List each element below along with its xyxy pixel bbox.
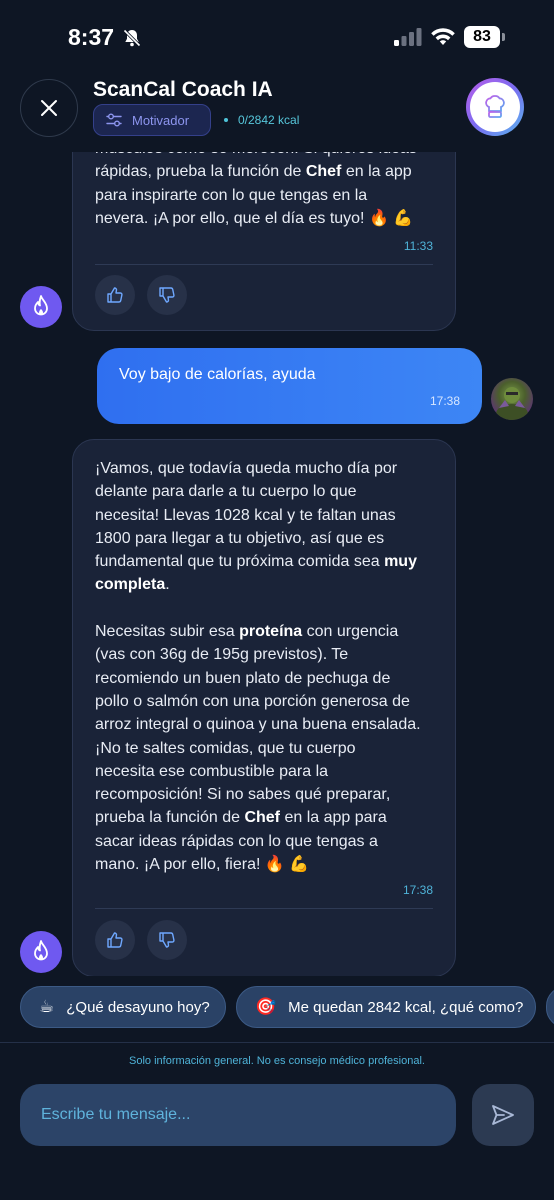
flame-icon	[34, 295, 48, 316]
kcal-counter: 0/2842 kcal	[238, 113, 300, 127]
status-time: 8:37	[68, 24, 115, 50]
message-text: ¡Vamos, que todavía queda mucho día por d…	[95, 457, 435, 876]
message-time: 17:38	[402, 883, 433, 897]
thumbs-down-icon	[159, 287, 175, 303]
page-title: ScanCal Coach IA	[93, 78, 273, 101]
thumbs-down-button[interactable]	[147, 920, 187, 960]
assistant-message: ¡Vamos, que todavía queda mucho día por d…	[72, 439, 456, 976]
message-input-box[interactable]	[20, 1084, 456, 1146]
user-message: Voy bajo de calorías, ayuda 17:38	[97, 348, 482, 424]
message-time: 11:33	[403, 239, 433, 253]
message-line: prueba la función de Chef en la app para	[95, 809, 387, 827]
message-line: músculos como se merecen. Si quieres ide…	[95, 152, 435, 160]
thumbs-up-icon	[107, 287, 123, 303]
kcal-dot	[224, 118, 228, 122]
message-line: recomiendo un buen plato de pechuga de	[95, 669, 391, 687]
message-line: fundamental que tu próxima comida sea mu…	[95, 553, 417, 571]
suggestion-chip[interactable]: 🎯 Me quedan 2842 kcal, ¿qué como?	[236, 986, 536, 1028]
suggestion-label: ¿Qué desayuno hoy?	[66, 998, 210, 1016]
message-input[interactable]	[41, 1106, 456, 1124]
suggestion-chip-partial[interactable]	[546, 986, 554, 1028]
message-line: rápidas, prueba la función de Chef en la…	[95, 163, 412, 181]
message-line: necesita ese combustible para la	[95, 762, 329, 780]
status-bar: 8:37 83	[0, 0, 554, 72]
flame-icon	[34, 940, 48, 961]
assistant-message: músculos como se merecen. Si quieres ide…	[72, 152, 456, 331]
chat-thread[interactable]: músculos como se merecen. Si quieres ide…	[0, 152, 554, 976]
message-line: ¡Vamos, que todavía queda mucho día por	[95, 460, 398, 477]
thumbs-up-button[interactable]	[95, 920, 135, 960]
thumbs-down-icon	[159, 932, 175, 948]
coach-avatar	[20, 931, 62, 973]
footer-divider	[0, 1042, 554, 1043]
coffee-icon: ☕	[39, 997, 55, 1016]
coach-mode-label: Motivador	[132, 112, 190, 128]
message-text: Voy bajo de calorías, ayuda	[119, 366, 316, 383]
chef-avatar-button[interactable]	[466, 78, 524, 136]
coach-mode-selector[interactable]: Motivador	[93, 104, 211, 136]
thumbs-up-icon	[107, 932, 123, 948]
bell-slash-icon	[123, 29, 141, 47]
thumbs-up-button[interactable]	[95, 275, 135, 315]
coach-avatar	[20, 286, 62, 328]
chef-hat-icon	[485, 95, 505, 118]
close-icon	[41, 100, 57, 116]
send-button[interactable]	[472, 1084, 534, 1146]
battery-level: 83	[464, 26, 500, 48]
message-text: músculos como se merecen. Si quieres ide…	[95, 152, 435, 230]
battery-indicator: 83	[464, 26, 506, 48]
message-line: necesita! Llevas 1028 kcal y te faltan u…	[95, 506, 396, 524]
message-line: mano. ¡A por ello, fiera! 🔥 💪	[95, 856, 310, 874]
close-button[interactable]	[20, 79, 78, 137]
message-line: completa.	[95, 576, 170, 594]
signal-icon	[394, 28, 422, 46]
message-line: recomposición! Si no sabes qué preparar,	[95, 786, 391, 804]
message-line: para inspirarte con lo que tengas en la	[95, 186, 368, 204]
disclaimer: Solo información general. No es consejo …	[129, 1055, 425, 1067]
suggestion-chips: ☕ ¿Qué desayuno hoy? 🎯 Me quedan 2842 kc…	[0, 984, 554, 1030]
send-icon	[492, 1105, 514, 1125]
sliders-icon	[106, 113, 122, 127]
message-line: ¡No te saltes comidas, que tu cuerpo	[95, 739, 356, 757]
message-line: sacar ideas rápidas con lo que tengas a	[95, 832, 378, 850]
wifi-icon	[431, 28, 455, 45]
message-line: nevera. ¡A por ello, que el día es tuyo!…	[95, 209, 414, 227]
message-line: delante para darle a tu cuerpo lo que	[95, 483, 357, 501]
target-icon: 🎯	[255, 997, 277, 1016]
user-avatar	[491, 378, 533, 420]
message-line: pollo o salmón con una porción generosa …	[95, 692, 410, 710]
message-line: 1800 para llegar a tu objetivo, así que …	[95, 529, 385, 547]
suggestion-label: Me quedan 2842 kcal, ¿qué como?	[288, 998, 524, 1016]
message-line	[95, 597, 435, 620]
message-time: 17:38	[429, 394, 460, 408]
message-line: arroz integral o quinoa y una buena ensa…	[95, 716, 421, 734]
chat-header: ScanCal Coach IA Motivador 0/2842 kcal	[0, 72, 554, 152]
thumbs-down-button[interactable]	[147, 275, 187, 315]
message-line: (vas con 36g de 195g previstos). Te	[95, 646, 349, 664]
message-line: Necesitas subir esa proteína con urgenci…	[95, 623, 399, 641]
suggestion-chip[interactable]: ☕ ¿Qué desayuno hoy?	[20, 986, 226, 1028]
